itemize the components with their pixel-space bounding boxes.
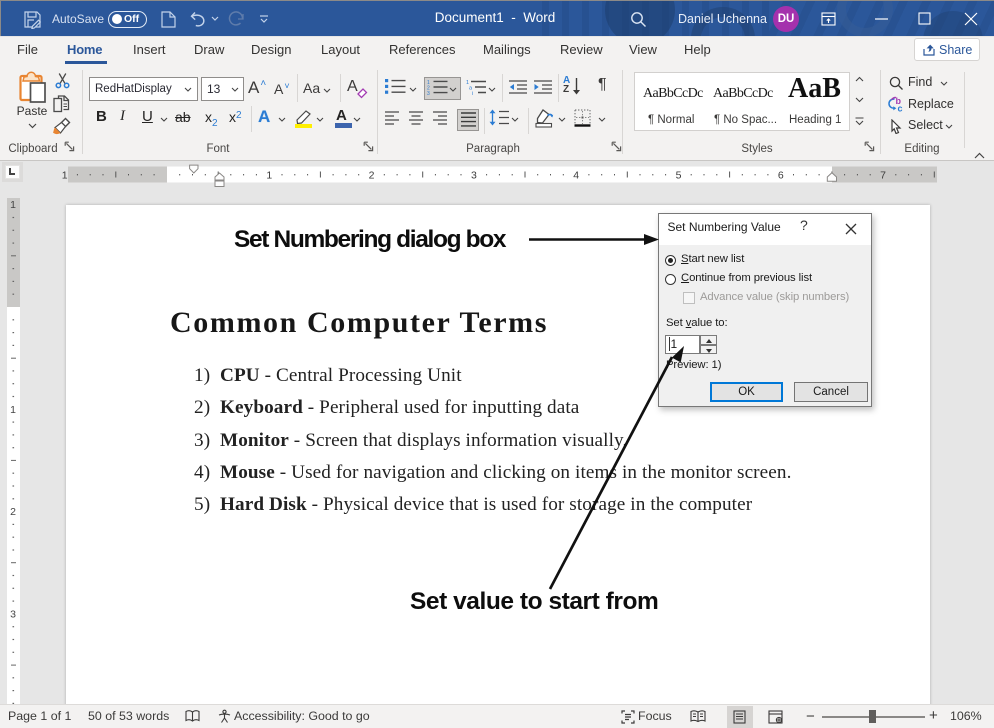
svg-text:3: 3 bbox=[471, 170, 477, 182]
svg-text:3: 3 bbox=[427, 91, 430, 95]
svg-text:i: i bbox=[472, 91, 473, 95]
svg-text:1: 1 bbox=[266, 170, 272, 182]
svg-text:c: c bbox=[898, 104, 903, 113]
svg-text:4: 4 bbox=[573, 170, 579, 182]
svg-text:7: 7 bbox=[880, 170, 886, 182]
svg-text:2: 2 bbox=[369, 170, 375, 182]
svg-text:6: 6 bbox=[778, 170, 784, 182]
svg-text:5: 5 bbox=[676, 170, 682, 182]
svg-text:1: 1 bbox=[62, 170, 68, 182]
